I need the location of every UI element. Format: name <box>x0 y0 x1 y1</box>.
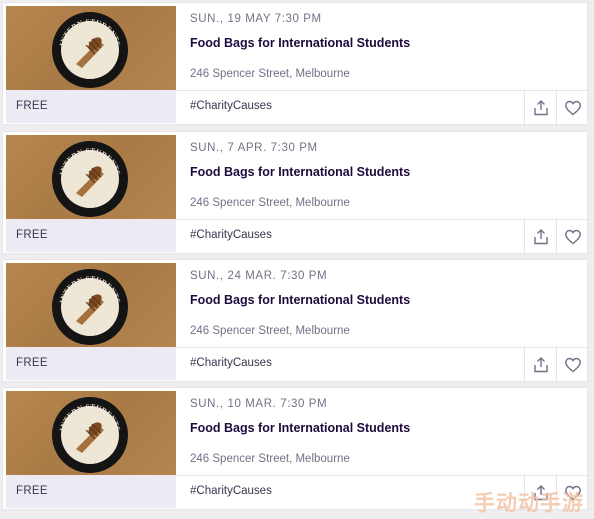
like-button[interactable] <box>556 348 589 381</box>
intern-students-logo: INTERN STUDENTS In Melbourne <box>52 397 128 473</box>
event-date: SUN., 7 APR. 7:30 PM <box>190 142 318 154</box>
share-button[interactable] <box>524 348 557 381</box>
price-strip: FREE <box>6 347 176 380</box>
share-icon <box>534 356 548 372</box>
price-label: FREE <box>16 100 48 112</box>
event-date: SUN., 19 MAY 7:30 PM <box>190 13 322 25</box>
heart-icon <box>565 229 581 244</box>
event-title[interactable]: Food Bags for International Students <box>190 36 410 50</box>
event-thumbnail[interactable]: INTERN STUDENTS In Melbourne <box>6 6 176 90</box>
price-label: FREE <box>16 357 48 369</box>
price-strip: FREE <box>6 475 176 508</box>
event-thumbnail[interactable]: INTERN STUDENTS In Melbourne <box>6 391 176 475</box>
share-icon <box>534 228 548 244</box>
price-strip: FREE <box>6 219 176 252</box>
heart-icon <box>565 357 581 372</box>
event-card[interactable]: INTERN STUDENTS In Melbourne FREE SUN., … <box>3 132 587 253</box>
event-title[interactable]: Food Bags for International Students <box>190 421 410 435</box>
event-tag[interactable]: #CharityCauses <box>190 229 272 241</box>
event-date: SUN., 10 MAR. 7:30 PM <box>190 398 328 410</box>
event-venue: 246 Spencer Street, Melbourne <box>190 68 350 80</box>
event-date: SUN., 24 MAR. 7:30 PM <box>190 270 328 282</box>
share-icon <box>534 99 548 115</box>
event-card[interactable]: INTERN STUDENTS In Melbourne FREE SUN., … <box>3 260 587 381</box>
heart-icon <box>565 100 581 115</box>
event-thumbnail[interactable]: INTERN STUDENTS In Melbourne <box>6 135 176 219</box>
price-label: FREE <box>16 229 48 241</box>
event-tag[interactable]: #CharityCauses <box>190 357 272 369</box>
event-venue: 246 Spencer Street, Melbourne <box>190 197 350 209</box>
event-venue: 246 Spencer Street, Melbourne <box>190 325 350 337</box>
event-title[interactable]: Food Bags for International Students <box>190 165 410 179</box>
price-strip: FREE <box>6 90 176 123</box>
event-tag[interactable]: #CharityCauses <box>190 485 272 497</box>
like-button[interactable] <box>556 220 589 253</box>
event-tag[interactable]: #CharityCauses <box>190 100 272 112</box>
intern-students-logo: INTERN STUDENTS In Melbourne <box>52 141 128 217</box>
like-button[interactable] <box>556 91 589 124</box>
event-card[interactable]: INTERN STUDENTS In Melbourne FREE SUN., … <box>3 3 587 124</box>
event-venue: 246 Spencer Street, Melbourne <box>190 453 350 465</box>
price-label: FREE <box>16 485 48 497</box>
intern-students-logo: INTERN STUDENTS In Melbourne <box>52 12 128 88</box>
share-button[interactable] <box>524 91 557 124</box>
share-button[interactable] <box>524 220 557 253</box>
event-title[interactable]: Food Bags for International Students <box>190 293 410 307</box>
watermark: 手动动手游 <box>474 491 584 515</box>
intern-students-logo: INTERN STUDENTS In Melbourne <box>52 269 128 345</box>
event-thumbnail[interactable]: INTERN STUDENTS In Melbourne <box>6 263 176 347</box>
